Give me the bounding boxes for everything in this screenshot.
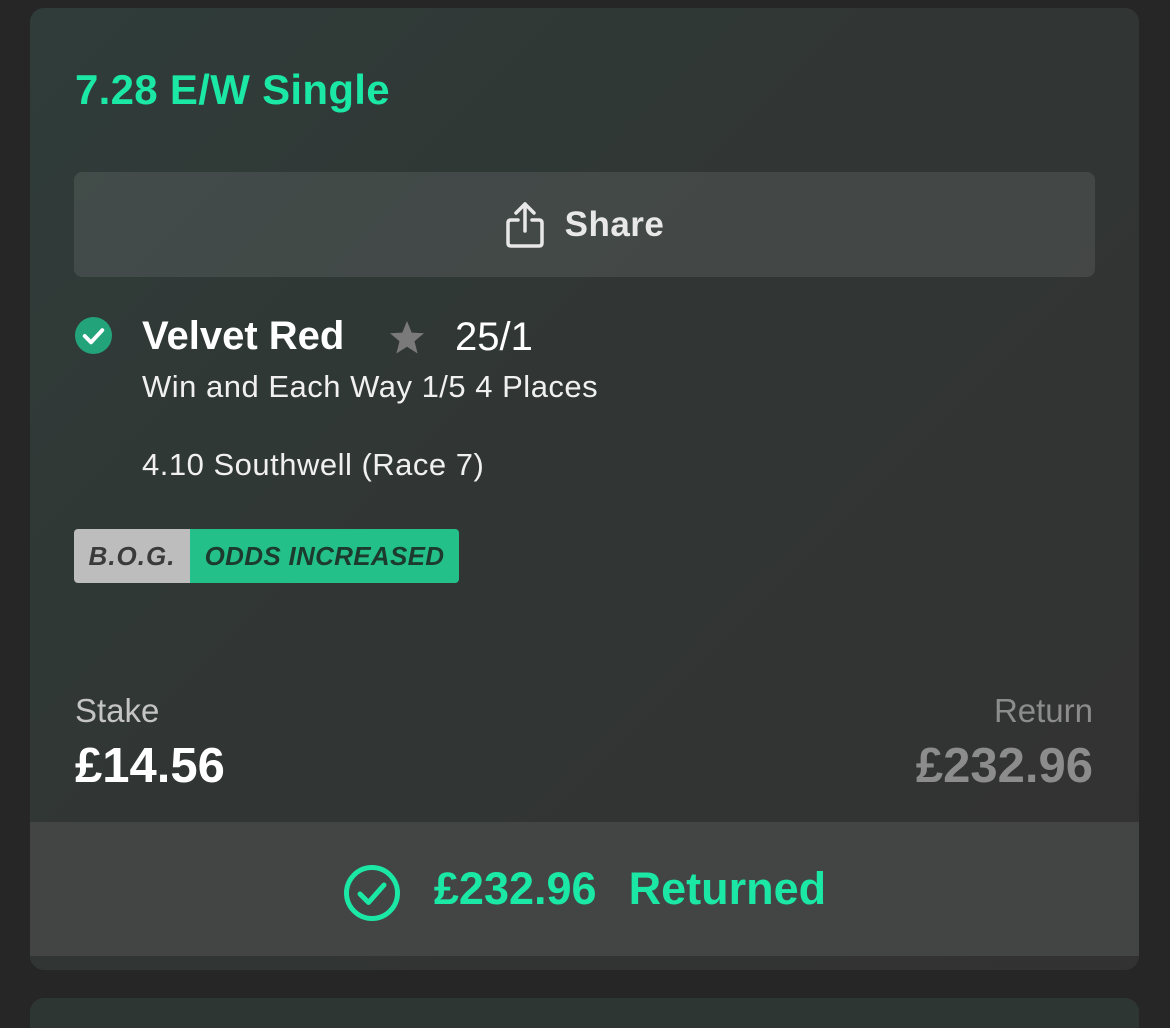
return-label: Return [993,692,1093,729]
stake-label: Stake [75,692,160,729]
next-bet-card[interactable] [30,998,1139,1028]
bet-card: 7.28 E/W Single Share Velvet Red 25/1 Wi… [30,8,1139,970]
share-label: Share [564,204,665,244]
odds-increased-badge: ODDS INCREASED [190,529,459,583]
returned-status: Returned [628,863,827,914]
event-name: 4.10 Southwell (Race 7) [142,447,485,482]
market-description: Win and Each Way 1/5 4 Places [142,369,599,404]
selection-name: Velvet Red [142,314,345,358]
share-button[interactable]: Share [74,172,1095,277]
promo-badge: B.O.G. ODDS INCREASED [74,529,459,583]
returned-amount: £232.96 [433,863,597,914]
star-icon[interactable] [387,318,427,358]
bet-title: 7.28 E/W Single [75,66,390,113]
check-circle-outline-icon [343,865,400,921]
check-circle-icon [74,316,113,355]
share-icon [505,201,544,248]
return-value: £232.96 [915,739,1093,793]
bog-badge: B.O.G. [74,529,190,583]
selection-odds: 25/1 [455,315,533,359]
stake-value: £14.56 [75,739,225,793]
result-footer: £232.96 Returned [30,822,1139,956]
